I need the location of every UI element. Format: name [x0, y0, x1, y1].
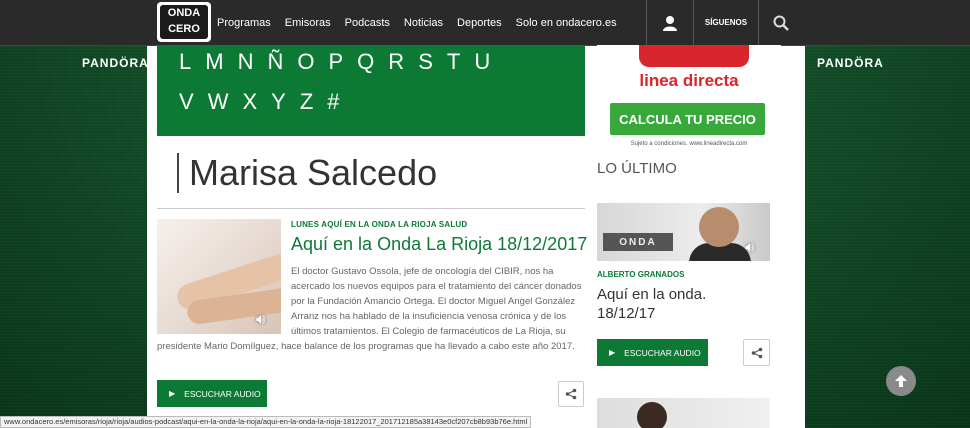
play-icon: ▶ — [609, 348, 616, 357]
listen-audio-button[interactable]: ▶ ESCUCHAR AUDIO — [157, 380, 267, 407]
letter-link[interactable]: # — [327, 89, 339, 115]
article-category[interactable]: LUNES AQUÍ EN LA ONDA LA RIOJA SALUD — [291, 220, 467, 229]
alphabet-row-2: V W X Y Z # — [179, 89, 354, 115]
letter-link[interactable]: V — [179, 89, 194, 115]
share-icon — [751, 347, 762, 358]
nav-solo-en-ondacero[interactable]: Solo en ondacero.es — [516, 17, 617, 29]
onda-sign: ONDA — [603, 233, 673, 251]
letter-link[interactable]: Ñ — [267, 49, 283, 75]
listen-audio-label: ESCUCHAR AUDIO — [184, 388, 261, 399]
nav-emisoras[interactable]: Emisoras — [285, 17, 331, 29]
letter-link[interactable]: T — [447, 49, 460, 75]
letter-link[interactable]: Q — [357, 49, 374, 75]
search-button[interactable] — [759, 0, 803, 45]
user-icon — [663, 15, 677, 31]
alphabet-row-1: LMNÑOPQRSTU — [179, 49, 504, 75]
nav-noticias[interactable]: Noticias — [404, 17, 443, 29]
letter-link[interactable]: O — [297, 49, 314, 75]
logo-line-1: ONDA — [167, 7, 201, 19]
scroll-to-top-button[interactable] — [886, 366, 916, 396]
thumbnail-figure — [637, 402, 667, 428]
ad-car-graphic — [639, 45, 749, 67]
share-icon — [565, 388, 577, 400]
latest-item-category[interactable]: ALBERTO GRANADOS — [597, 270, 684, 279]
advertisement-banner[interactable]: linea directa CALCULA TU PRECIO Sujeto a… — [597, 45, 781, 155]
latest-item-title[interactable]: Aquí en la onda. 18/12/17 — [597, 285, 767, 323]
ad-brand: linea directa — [639, 71, 739, 90]
listen-audio-label: ESCUCHAR AUDIO — [624, 347, 701, 358]
text-wrap-spacer — [157, 264, 291, 332]
latest-item-thumbnail[interactable]: ONDA 🔊︎ — [597, 203, 770, 261]
letter-link[interactable]: R — [388, 49, 404, 75]
main-nav: Programas Emisoras Podcasts Noticias Dep… — [217, 0, 631, 45]
browser-status-bar: www.ondacero.es/emisoras/rioja/rioja/aud… — [0, 416, 532, 428]
alphabet-filter: LMNÑOPQRSTU V W X Y Z # — [157, 45, 585, 136]
letter-link[interactable]: U — [474, 49, 490, 75]
search-icon — [773, 15, 789, 31]
next-item-thumbnail[interactable] — [597, 398, 770, 428]
letter-link[interactable]: S — [418, 49, 433, 75]
follow-button[interactable]: SÍGUENOS — [694, 18, 758, 27]
article-summary: El doctor Gustavo Ossola, jefe de oncolo… — [157, 264, 585, 354]
share-button[interactable] — [558, 381, 584, 407]
letter-link[interactable]: M — [205, 49, 223, 75]
article-title[interactable]: Aquí en la Onda La Rioja 18/12/2017 — [291, 234, 587, 255]
letter-link[interactable]: Z — [300, 89, 313, 115]
nav-podcasts[interactable]: Podcasts — [345, 17, 390, 29]
audio-icon: 🔊︎ — [745, 239, 755, 256]
ad-cta-button[interactable]: CALCULA TU PRECIO — [610, 103, 765, 135]
arrow-up-icon — [895, 375, 907, 387]
ad-fine-print: Sujeto a condiciones. www.lineadirecta.c… — [630, 141, 748, 147]
nav-programas[interactable]: Programas — [217, 17, 271, 29]
title-divider — [157, 208, 585, 209]
letter-link[interactable]: P — [328, 49, 343, 75]
latest-share-button[interactable] — [743, 339, 770, 366]
letter-link[interactable]: Y — [271, 89, 286, 115]
letter-link[interactable]: W — [208, 89, 229, 115]
onda-cero-logo[interactable]: ONDA CERO — [157, 2, 211, 42]
letter-link[interactable]: N — [238, 49, 254, 75]
sponsor-logo-right[interactable]: PANDÖRA — [817, 56, 884, 70]
nav-right-group: SÍGUENOS — [646, 0, 803, 45]
play-icon: ▶ — [169, 389, 176, 398]
letter-link[interactable]: X — [242, 89, 257, 115]
top-navbar: ONDA CERO Programas Emisoras Podcasts No… — [0, 0, 970, 46]
nav-deportes[interactable]: Deportes — [457, 17, 502, 29]
letter-link[interactable]: L — [179, 49, 191, 75]
thumbnail-figure — [699, 207, 739, 247]
logo-line-2: CERO — [168, 23, 200, 35]
latest-heading: LO ÚLTIMO — [597, 160, 677, 177]
user-button[interactable] — [647, 0, 693, 45]
latest-listen-audio-button[interactable]: ▶ ESCUCHAR AUDIO — [597, 339, 708, 366]
sponsor-logo-left[interactable]: PANDÖRA — [82, 56, 149, 70]
page-title: Marisa Salcedo — [177, 153, 437, 193]
